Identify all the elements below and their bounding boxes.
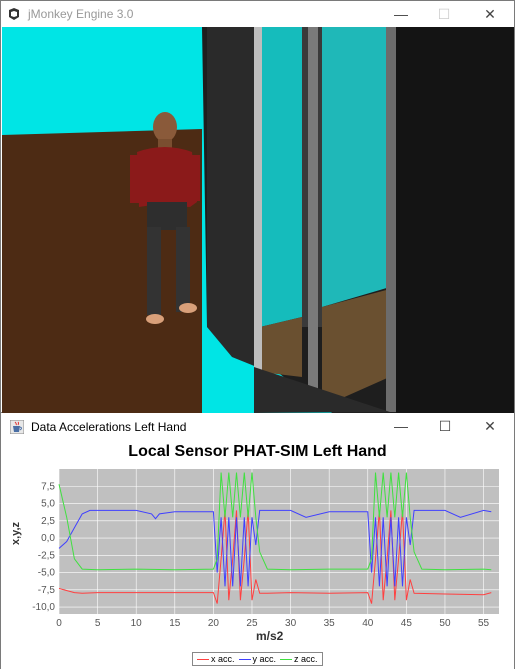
x-tick-label: 55 (478, 618, 490, 629)
y-tick-label: 7,5 (41, 481, 55, 492)
frame-mid (308, 27, 318, 397)
legend-label: y acc. (252, 654, 277, 664)
wall-right (396, 27, 514, 413)
chart-title-bar[interactable]: Data Accelerations Left Hand — ☐ ✕ (1, 413, 514, 441)
line-chart[interactable]: 0 5 10 15 20 25 30 35 40 45 50 55 7,5 5,0 2,5 0,0 -2,5 -5… (1, 461, 514, 641)
floor-outside (260, 317, 302, 377)
frame-silver (254, 27, 262, 377)
right-arm (188, 155, 200, 201)
x-axis-label: m/s2 (256, 629, 284, 643)
legend-label: z acc. (294, 654, 318, 664)
y-tick-label: -7,5 (38, 585, 56, 596)
maximize-icon: ☐ (438, 417, 452, 434)
y-tick-label: 5,0 (41, 499, 55, 510)
legend-item: y acc. (238, 654, 277, 664)
y-tick-label: 2,5 (41, 516, 55, 527)
close-icon: ✕ (484, 417, 496, 434)
door-frame-left (207, 27, 257, 367)
java-cup-icon (10, 420, 24, 434)
maximize-icon: ☐ (437, 5, 451, 22)
minimize-icon: — (394, 418, 408, 434)
right-leg (176, 227, 190, 312)
legend-swatch (280, 658, 293, 660)
x-tick-label: 0 (56, 618, 62, 629)
scene-render (2, 27, 514, 413)
maximize-button[interactable]: ☐ (421, 1, 467, 27)
chart-panel: Local Sensor PHAT-SIM Left Hand x,y,z 05… (1, 441, 514, 669)
y-tick-label: 0,0 (41, 533, 55, 544)
left-foot (146, 314, 164, 324)
window-glass (260, 27, 302, 327)
x-tick-label: 50 (439, 618, 451, 629)
chart-legend: x acc. y acc. z acc. (192, 652, 323, 666)
close-icon: ✕ (484, 5, 496, 22)
legend-item: z acc. (280, 654, 318, 664)
x-tick-label: 35 (324, 618, 336, 629)
close-button[interactable]: ✕ (467, 1, 513, 27)
window-title: jMonkey Engine 3.0 (28, 7, 134, 21)
minimize-icon: — (394, 6, 408, 22)
x-tick-label: 15 (169, 618, 181, 629)
x-tick-label: 45 (401, 618, 413, 629)
legend-swatch (238, 658, 251, 660)
minimize-button[interactable]: — (378, 1, 424, 27)
window-glass-right (322, 27, 390, 307)
jmonkey-window: jMonkey Engine 3.0 — ☐ ✕ (0, 0, 515, 413)
x-tick-label: 40 (362, 618, 374, 629)
chart-window: Data Accelerations Left Hand — ☐ ✕ Local… (0, 413, 515, 669)
legend-label: x acc. (211, 654, 235, 664)
legend-swatch (197, 658, 209, 660)
x-tick-label: 5 (95, 618, 101, 629)
frame-right (386, 27, 396, 412)
left-leg (147, 227, 161, 315)
chart-close-button[interactable]: ✕ (467, 413, 513, 439)
y-tick-label: -5,0 (38, 568, 56, 579)
y-tick-label: -2,5 (38, 550, 56, 561)
legend-item: x acc. (197, 654, 235, 664)
right-foot (179, 303, 197, 313)
chart-maximize-button[interactable]: ☐ (422, 413, 468, 439)
jmonkey-logo-icon (8, 8, 20, 20)
y-tick-label: -10,0 (32, 602, 55, 613)
x-tick-label: 25 (246, 618, 258, 629)
x-tick-label: 30 (285, 618, 297, 629)
head (153, 112, 177, 142)
chart-window-title: Data Accelerations Left Hand (31, 420, 187, 434)
3d-scene-viewport[interactable] (2, 27, 514, 413)
title-bar[interactable]: jMonkey Engine 3.0 — ☐ ✕ (1, 1, 514, 27)
chart-minimize-button[interactable]: — (378, 413, 424, 439)
x-tick-label: 20 (208, 618, 220, 629)
x-tick-label: 10 (131, 618, 143, 629)
left-arm (130, 155, 142, 203)
hips (147, 202, 187, 230)
chart-title: Local Sensor PHAT-SIM Left Hand (128, 443, 387, 460)
